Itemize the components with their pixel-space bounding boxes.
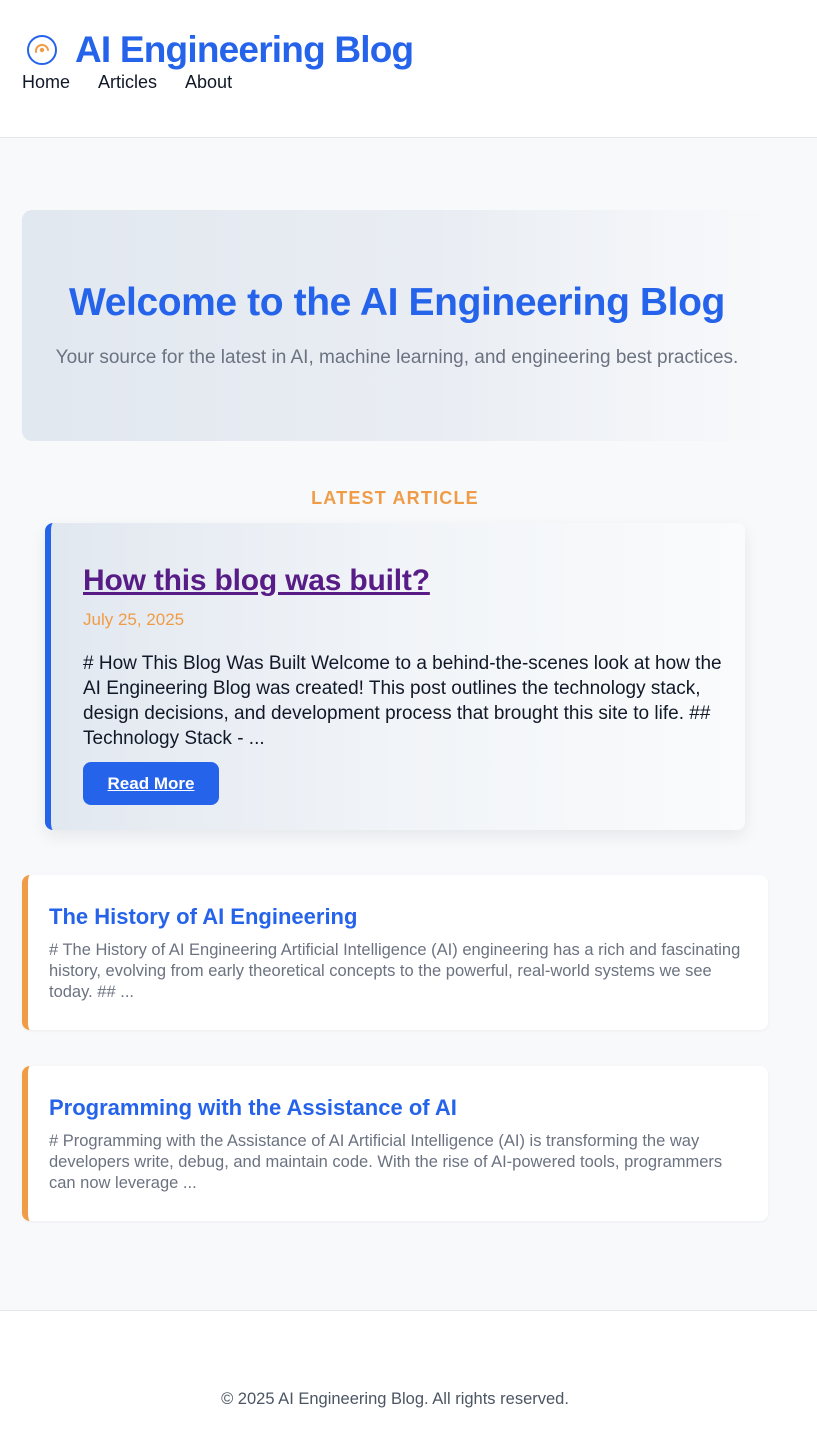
article-title[interactable]: Programming with the Assistance of AI (49, 1094, 457, 1122)
nav-home-link[interactable]: Home (22, 71, 70, 93)
article-excerpt: # The History of AI Engineering Artifici… (49, 941, 741, 1001)
site-title[interactable]: AI Engineering Blog (75, 30, 414, 70)
featured-article-date: July 25, 2025 (83, 610, 185, 629)
hero-subtitle: Your source for the latest in AI, machin… (55, 347, 739, 368)
featured-article-card: How this blog was built? July 25, 2025 #… (45, 523, 745, 830)
article-title[interactable]: The History of AI Engineering (49, 903, 357, 931)
hero-title: Welcome to the AI Engineering Blog (69, 281, 725, 324)
nav-about-link[interactable]: About (185, 71, 232, 93)
site-footer: © 2025 AI Engineering Blog. All rights r… (0, 1310, 817, 1444)
hero-banner: Welcome to the AI Engineering Blog Your … (22, 210, 772, 441)
featured-article-excerpt: # How This Blog Was Built Welcome to a b… (83, 653, 722, 749)
circle-target-icon (27, 35, 57, 65)
copyright-text: © 2025 AI Engineering Blog. All rights r… (221, 1390, 569, 1408)
brand[interactable]: AI Engineering Blog (26, 30, 414, 70)
read-more-button[interactable]: Read More (83, 762, 219, 805)
article-card[interactable]: Programming with the Assistance of AI # … (22, 1066, 768, 1221)
nav-articles-link[interactable]: Articles (98, 71, 157, 93)
latest-article-label: LATEST ARTICLE (311, 488, 479, 508)
main-nav: Home Articles About (22, 71, 260, 93)
article-excerpt: # Programming with the Assistance of AI … (49, 1132, 723, 1192)
featured-article-title-link[interactable]: How this blog was built? (83, 563, 430, 599)
site-header: AI Engineering Blog Home Articles About (0, 0, 817, 138)
article-card[interactable]: The History of AI Engineering # The Hist… (22, 875, 768, 1030)
